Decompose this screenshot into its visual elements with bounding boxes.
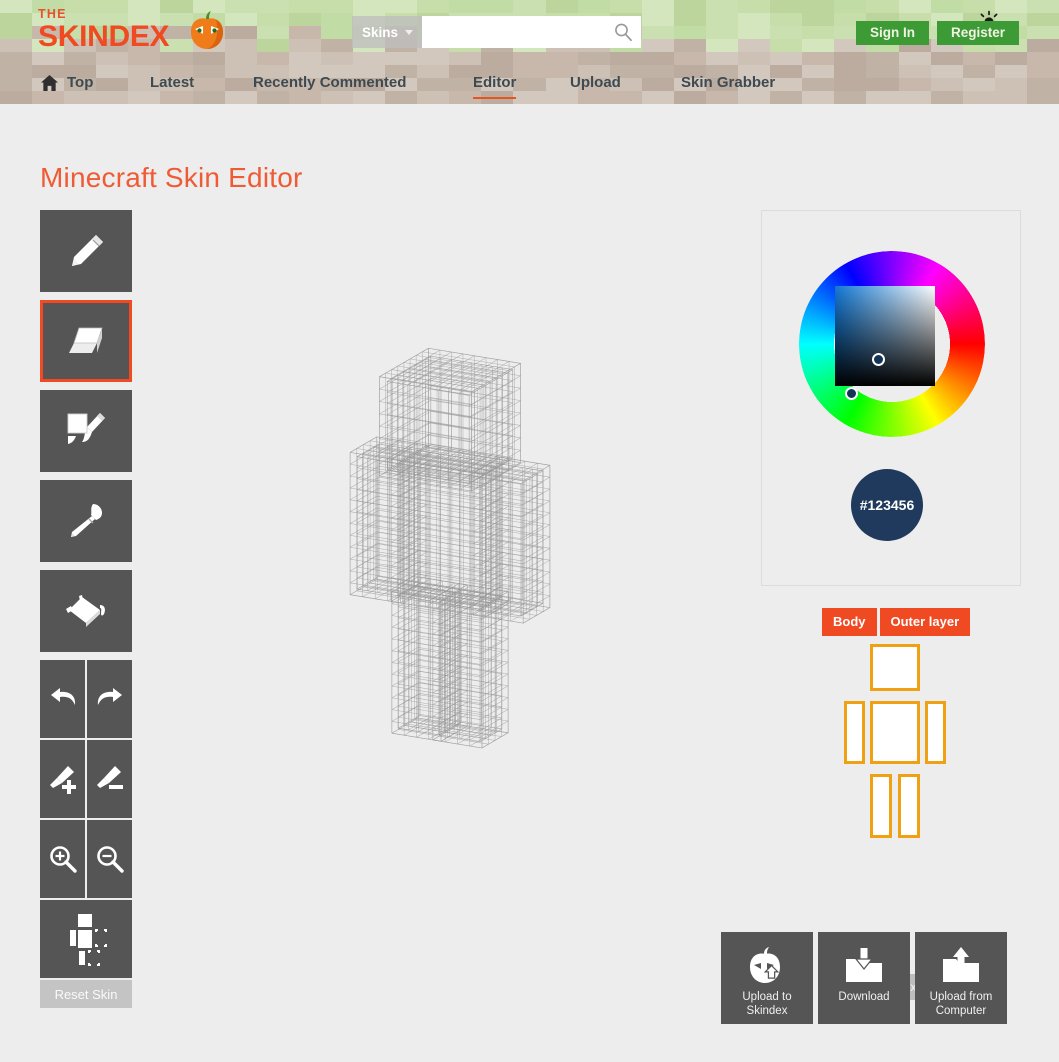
page-title: Minecraft Skin Editor xyxy=(40,162,303,193)
upload-from-computer-button[interactable]: Upload from Computer xyxy=(915,932,1007,1024)
skin-layout-button[interactable] xyxy=(40,900,132,978)
pencil-icon xyxy=(72,235,103,266)
brush-tool[interactable] xyxy=(40,390,132,472)
brighten-button[interactable] xyxy=(40,740,85,818)
home-icon xyxy=(40,74,59,92)
eraser-tool[interactable] xyxy=(40,300,132,382)
nav-item-label: Recently Commented xyxy=(253,74,407,91)
undo-redo-row xyxy=(40,660,132,738)
body-layer-button[interactable]: Body xyxy=(822,608,877,636)
pencil-tool[interactable] xyxy=(40,210,132,292)
nav-item-label: Editor xyxy=(473,74,517,91)
eraser-icon xyxy=(69,327,103,353)
saturation-value-cursor[interactable] xyxy=(872,353,885,366)
upload-from-computer-label: Upload from Computer xyxy=(929,991,993,1017)
nav-item-label: Upload xyxy=(570,74,621,91)
zoom-row xyxy=(40,820,132,898)
pumpkin-icon xyxy=(191,11,223,49)
redo-button[interactable] xyxy=(87,660,132,738)
eyedropper-icon xyxy=(71,504,102,537)
nav-item-editor[interactable]: Editor xyxy=(473,62,517,104)
body-part-picker xyxy=(820,644,960,839)
brighten-darken-row xyxy=(40,740,132,818)
brighten-icon xyxy=(49,766,76,794)
editor-toolbar: Reset Skin xyxy=(40,210,132,1008)
minecraft-character-wireframe xyxy=(349,347,551,749)
reset-skin-button[interactable]: Reset Skin xyxy=(40,980,132,1008)
layer-buttons: Body Outer layer xyxy=(822,608,971,636)
action-buttons: Upload to Skindex Download Upload from Com… xyxy=(721,932,1007,1024)
page-body: Minecraft Skin Editor Reset Skin #123456… xyxy=(0,104,1059,1062)
current-color-swatch[interactable]: #123456 xyxy=(851,469,923,541)
search-box xyxy=(422,16,641,48)
paint-bucket-icon xyxy=(66,595,105,627)
nav-item-top[interactable]: Top xyxy=(40,62,93,104)
right-leg-part[interactable] xyxy=(870,774,892,838)
zoom-in-button[interactable] xyxy=(40,820,85,898)
zoom-out-icon xyxy=(96,846,124,873)
search-category-label: Skins xyxy=(362,24,399,40)
search-input[interactable] xyxy=(422,16,612,48)
bucket-fill-tool[interactable] xyxy=(40,570,132,652)
main-navigation: Top Latest Recently Commented Editor Upload S… xyxy=(0,62,1059,104)
nav-item-latest[interactable]: Latest xyxy=(150,62,194,104)
right-arm-part[interactable] xyxy=(844,701,865,764)
nav-item-label: Top xyxy=(67,74,94,91)
zoom-in-icon xyxy=(49,846,77,873)
sign-in-button[interactable]: Sign In xyxy=(855,21,929,45)
left-arm-part[interactable] xyxy=(925,701,946,764)
search-icon[interactable] xyxy=(613,22,633,42)
nav-item-label: Skin Grabber xyxy=(681,74,776,91)
register-button[interactable]: Register xyxy=(936,21,1019,45)
search-group: Skins xyxy=(352,16,641,48)
search-category-dropdown[interactable]: Skins xyxy=(352,16,422,48)
site-logo[interactable]: THE SKINDEX xyxy=(38,8,268,60)
skin-layout-icon xyxy=(70,914,107,966)
zoom-out-button[interactable] xyxy=(87,820,132,898)
darken-button[interactable] xyxy=(87,740,132,818)
left-leg-part[interactable] xyxy=(898,774,920,838)
head-part[interactable] xyxy=(870,644,920,691)
outer-layer-button[interactable]: Outer layer xyxy=(879,608,971,636)
logo-skindex-text: SKINDEX xyxy=(38,20,170,53)
upload-to-skindex-button[interactable]: Upload to Skindex xyxy=(721,932,813,1024)
brush-icon xyxy=(67,413,105,444)
torso-part[interactable] xyxy=(870,701,920,764)
pumpkin-upload-icon xyxy=(750,947,780,983)
download-label: Download xyxy=(838,991,890,1003)
undo-icon xyxy=(50,688,75,705)
upload-icon xyxy=(943,947,979,982)
undo-button[interactable] xyxy=(40,660,85,738)
hue-ring-cursor[interactable] xyxy=(845,387,858,400)
eyedropper-tool[interactable] xyxy=(40,480,132,562)
nav-item-recently-commented[interactable]: Recently Commented xyxy=(253,62,406,104)
upload-to-skindex-label: Upload to Skindex xyxy=(742,991,792,1017)
redo-icon xyxy=(97,688,122,705)
auth-buttons: Sign In Register xyxy=(855,21,1019,45)
nav-item-skin-grabber[interactable]: Skin Grabber xyxy=(681,62,775,104)
site-header: THE SKINDEX Skins Sign In Register Top La… xyxy=(0,0,1059,104)
color-picker-panel: #123456 xyxy=(761,210,1021,586)
download-icon xyxy=(846,948,882,982)
download-button[interactable]: Download xyxy=(818,932,910,1024)
chevron-down-icon xyxy=(405,30,413,35)
nav-item-label: Latest xyxy=(150,74,195,91)
darken-icon xyxy=(96,766,123,789)
skin-3d-viewport[interactable] xyxy=(150,210,750,1010)
nav-item-upload[interactable]: Upload xyxy=(570,62,621,104)
saturation-value-square[interactable] xyxy=(835,286,935,386)
